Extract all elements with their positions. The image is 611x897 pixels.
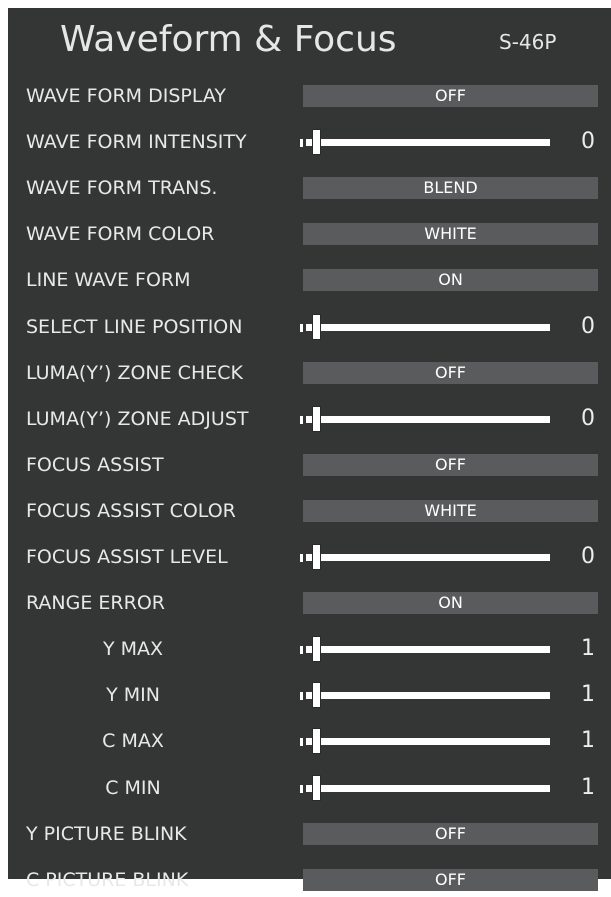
slider-thumb[interactable]	[312, 636, 321, 662]
settings-panel: Waveform & Focus S-46P WAVE FORM DISPLAY…	[8, 8, 611, 891]
setting-value-selector[interactable]: WHITE	[303, 500, 598, 522]
slider-track[interactable]	[306, 738, 550, 745]
setting-label: LUMA(Y’) ZONE ADJUST	[26, 408, 249, 430]
setting-row: LUMA(Y’) ZONE CHECK OFF	[8, 356, 611, 390]
setting-row: FOCUS ASSIST OFF	[8, 448, 611, 482]
setting-row: C MIN 1	[8, 771, 611, 805]
setting-value-selector[interactable]: WHITE	[303, 223, 598, 245]
setting-label: FOCUS ASSIST COLOR	[26, 500, 236, 522]
slider-value: 0	[581, 406, 595, 431]
setting-row: WAVE FORM COLOR WHITE	[8, 217, 611, 251]
slider-track[interactable]	[306, 324, 550, 331]
slider-track[interactable]	[306, 554, 550, 561]
slider-min-tick	[300, 416, 303, 424]
setting-label: C MIN	[105, 777, 161, 799]
slider-min-tick	[300, 554, 303, 562]
setting-value-selector[interactable]: OFF	[303, 823, 598, 845]
slider-value: 1	[581, 728, 595, 753]
slider-value: 1	[581, 636, 595, 661]
setting-row: C MAX 1	[8, 724, 611, 758]
setting-row: FOCUS ASSIST LEVEL 0	[8, 540, 611, 574]
setting-label: FOCUS ASSIST LEVEL	[26, 546, 228, 568]
slider-track[interactable]	[306, 785, 550, 792]
slider-value: 1	[581, 775, 595, 800]
setting-label: RANGE ERROR	[26, 592, 165, 614]
setting-slider[interactable]	[300, 680, 550, 710]
setting-slider[interactable]	[300, 312, 550, 342]
slider-track[interactable]	[306, 646, 550, 653]
setting-label: WAVE FORM COLOR	[26, 223, 215, 245]
setting-slider[interactable]	[300, 542, 550, 572]
setting-label: WAVE FORM TRANS.	[26, 177, 218, 199]
slider-thumb[interactable]	[312, 728, 321, 754]
slider-track[interactable]	[306, 139, 550, 146]
slider-track[interactable]	[306, 692, 550, 699]
slider-value: 0	[581, 544, 595, 569]
setting-slider[interactable]	[300, 634, 550, 664]
setting-value-selector[interactable]: ON	[303, 269, 598, 291]
slider-thumb[interactable]	[312, 129, 321, 155]
slider-min-tick	[300, 646, 303, 654]
setting-row: WAVE FORM DISPLAY OFF	[8, 79, 611, 113]
setting-row: RANGE ERROR ON	[8, 586, 611, 620]
setting-value-selector[interactable]: OFF	[303, 85, 598, 107]
setting-label: LINE WAVE FORM	[26, 269, 191, 291]
slider-thumb[interactable]	[312, 682, 321, 708]
slider-thumb[interactable]	[312, 775, 321, 801]
setting-value-selector[interactable]: OFF	[303, 454, 598, 476]
setting-row: FOCUS ASSIST COLOR WHITE	[8, 494, 611, 528]
slider-min-tick	[300, 324, 303, 332]
setting-label: Y MIN	[106, 684, 160, 706]
setting-value-selector[interactable]: ON	[303, 592, 598, 614]
setting-slider[interactable]	[300, 726, 550, 756]
setting-label: WAVE FORM DISPLAY	[26, 85, 226, 107]
setting-label: FOCUS ASSIST	[26, 454, 164, 476]
setting-row: WAVE FORM INTENSITY 0	[8, 125, 611, 159]
slider-min-tick	[300, 692, 303, 700]
setting-label: LUMA(Y’) ZONE CHECK	[26, 362, 243, 384]
slider-value: 0	[581, 314, 595, 339]
setting-label: C PICTURE BLINK	[26, 869, 189, 891]
slider-min-tick	[300, 139, 303, 147]
slider-min-tick	[300, 785, 303, 793]
setting-row: LUMA(Y’) ZONE ADJUST 0	[8, 402, 611, 436]
slider-thumb[interactable]	[312, 544, 321, 570]
setting-slider[interactable]	[300, 127, 550, 157]
setting-label: SELECT LINE POSITION	[26, 316, 243, 338]
setting-row: WAVE FORM TRANS. BLEND	[8, 171, 611, 205]
setting-row: Y PICTURE BLINK OFF	[8, 817, 611, 851]
setting-label: C MAX	[102, 730, 164, 752]
setting-row: Y MAX 1	[8, 632, 611, 666]
setting-value-selector[interactable]: OFF	[303, 869, 598, 891]
slider-min-tick	[300, 738, 303, 746]
slider-track[interactable]	[306, 416, 550, 423]
slider-value: 0	[581, 129, 595, 154]
setting-value-selector[interactable]: OFF	[303, 362, 598, 384]
slider-thumb[interactable]	[312, 406, 321, 432]
setting-label: Y PICTURE BLINK	[26, 823, 187, 845]
setting-row: C PICTURE BLINK OFF	[8, 863, 611, 897]
setting-label: Y MAX	[102, 638, 164, 660]
model-label: S-46P	[499, 30, 557, 54]
setting-slider[interactable]	[300, 404, 550, 434]
setting-value-selector[interactable]: BLEND	[303, 177, 598, 199]
slider-value: 1	[581, 682, 595, 707]
setting-row: LINE WAVE FORM ON	[8, 263, 611, 297]
setting-slider[interactable]	[300, 773, 550, 803]
slider-thumb[interactable]	[312, 314, 321, 340]
setting-row: SELECT LINE POSITION 0	[8, 310, 611, 344]
setting-label: WAVE FORM INTENSITY	[26, 131, 247, 153]
page-title: Waveform & Focus	[60, 19, 397, 60]
setting-row: Y MIN 1	[8, 678, 611, 712]
